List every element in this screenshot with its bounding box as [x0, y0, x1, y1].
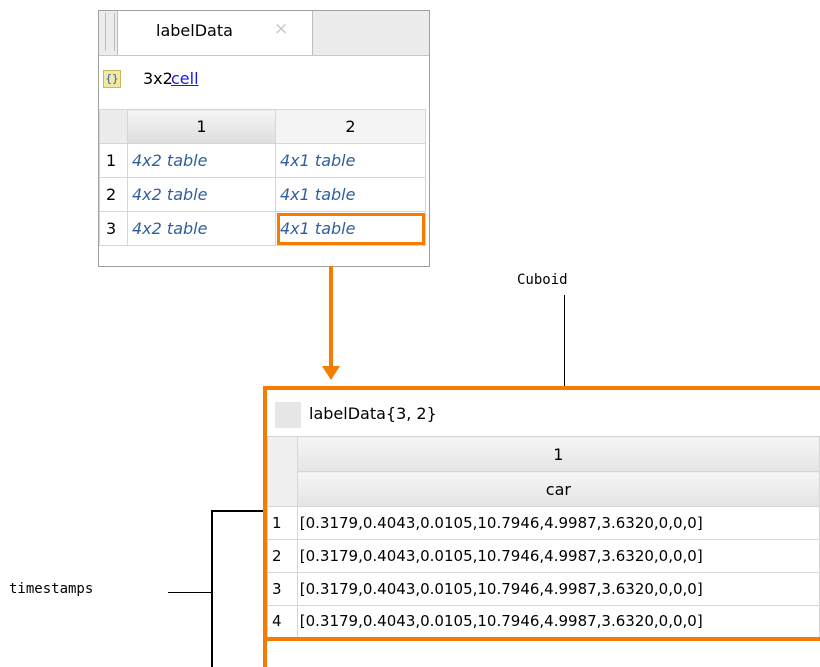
table-row: 2 4x2 table 4x1 table [99, 177, 426, 212]
table-row: 3 4x2 table 4x1 table [99, 211, 426, 246]
variable-class-link[interactable]: cell [171, 69, 199, 88]
tab-labeldata[interactable]: labelData × [117, 11, 313, 55]
tab-grip[interactable] [105, 13, 115, 51]
tab-strip: labelData × [99, 11, 429, 56]
column-header[interactable]: 2 [275, 109, 426, 144]
arrow-down-icon [322, 366, 340, 380]
table-icon [275, 402, 301, 428]
column-name-header[interactable]: car [296, 471, 820, 507]
timestamps-bracket [211, 510, 263, 667]
cuboid-callout: Cuboid [517, 272, 568, 288]
table-variable-panel: labelData{3, 2} 1 car 1 [0.3179,0.4043,0… [263, 386, 820, 667]
cell-brace-icon: {} [103, 70, 121, 88]
selected-cell[interactable]: 4x1 table [275, 211, 426, 246]
panel-title-bar: labelData{3, 2} [267, 390, 820, 437]
variable-summary: {} 3x2 cell [99, 63, 429, 97]
panel-title: labelData{3, 2} [309, 404, 437, 423]
cell-value[interactable]: 4x1 table [275, 177, 426, 212]
column-header[interactable]: 1 [127, 109, 276, 144]
connector-arrow-line [329, 266, 333, 366]
grid-corner[interactable] [267, 436, 298, 507]
timestamps-callout: timestamps [9, 581, 94, 597]
cell-array-grid: 1 2 1 4x2 table 4x1 table 2 4x2 table 4x… [99, 109, 426, 246]
column-index-header[interactable]: 1 [296, 436, 820, 472]
cuboid-value[interactable]: [0.3179,0.4043,0.0105,10.7946,4.9987,3.6… [296, 605, 820, 641]
table-grid: 1 car 1 [0.3179,0.4043,0.0105,10.7946,4.… [267, 436, 820, 641]
row-header[interactable]: 3 [267, 572, 298, 606]
variable-size: 3x2 [143, 69, 173, 88]
close-icon[interactable]: × [274, 19, 288, 39]
table-row: 1 [0.3179,0.4043,0.0105,10.7946,4.9987,3… [267, 506, 820, 540]
cell-value[interactable]: 4x1 table [275, 143, 426, 178]
grid-corner[interactable] [99, 109, 128, 144]
cuboid-value[interactable]: [0.3179,0.4043,0.0105,10.7946,4.9987,3.6… [296, 572, 820, 606]
row-header[interactable]: 2 [99, 177, 128, 212]
table-row: 4 [0.3179,0.4043,0.0105,10.7946,4.9987,3… [267, 605, 820, 641]
cell-value[interactable]: 4x2 table [127, 177, 276, 212]
row-header[interactable]: 3 [99, 211, 128, 246]
cuboid-value[interactable]: [0.3179,0.4043,0.0105,10.7946,4.9987,3.6… [296, 539, 820, 573]
row-header[interactable]: 1 [267, 506, 298, 540]
tab-title: labelData [156, 21, 233, 40]
row-header[interactable]: 2 [267, 539, 298, 573]
cell-value[interactable]: 4x2 table [127, 211, 276, 246]
table-row: 3 [0.3179,0.4043,0.0105,10.7946,4.9987,3… [267, 572, 820, 606]
row-header[interactable]: 1 [99, 143, 128, 178]
table-row: 2 [0.3179,0.4043,0.0105,10.7946,4.9987,3… [267, 539, 820, 573]
row-header[interactable]: 4 [267, 605, 298, 641]
table-row: 1 4x2 table 4x1 table [99, 143, 426, 178]
cell-value[interactable]: 4x2 table [127, 143, 276, 178]
timestamps-callout-line [168, 592, 212, 593]
variable-editor-panel: labelData × {} 3x2 cell 1 2 1 4x2 table … [98, 10, 430, 267]
cuboid-value[interactable]: [0.3179,0.4043,0.0105,10.7946,4.9987,3.6… [296, 506, 820, 540]
